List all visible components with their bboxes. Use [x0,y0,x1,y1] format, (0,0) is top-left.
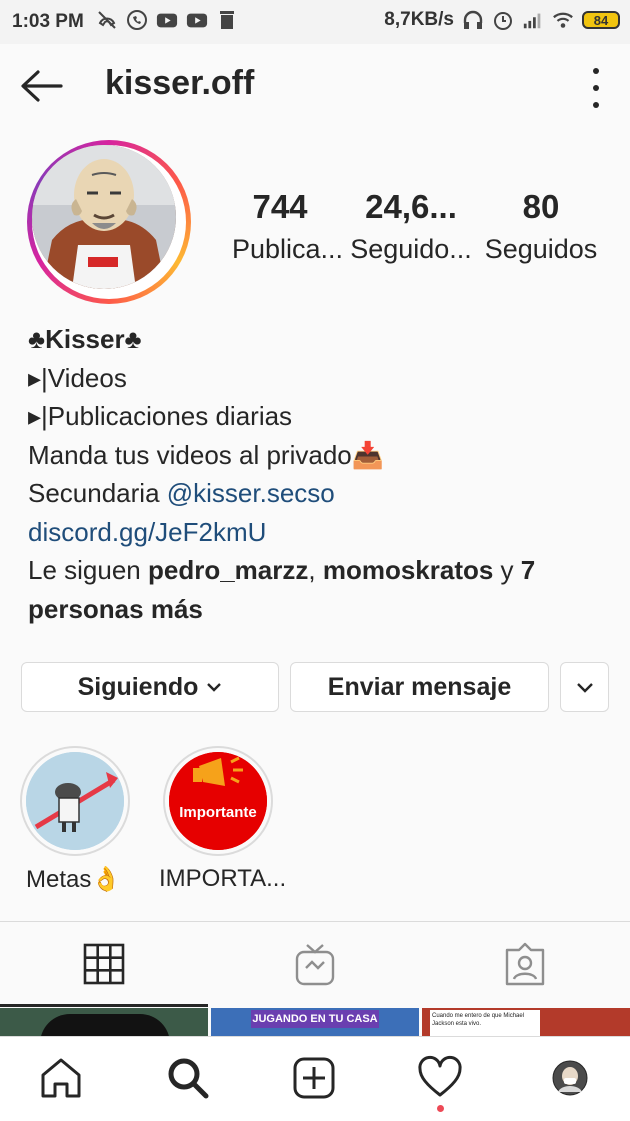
post-thumbnail[interactable]: Cuando me entero de que Michael Jackson … [422,1008,630,1036]
bio-line: Manda tus videos al privado📥 [28,439,385,470]
signal-icon [522,9,544,31]
profile-avatar-tab[interactable] [547,1055,593,1101]
home-icon[interactable] [38,1055,84,1101]
profile-tabs [0,922,630,1006]
profile-username: kisser.off [105,64,255,102]
bio-line: Secundaria @kisser.secso [28,478,335,508]
website-link[interactable]: discord.gg/JeF2kmU [28,513,608,552]
bio-line: ▸|Videos [28,362,127,393]
stat-following[interactable]: 80 Seguidos [481,188,601,268]
chevron-down-icon [206,682,222,692]
back-arrow-icon[interactable] [18,68,64,104]
status-icons-right: 8,7KB/s 84 [384,9,620,31]
headphones-icon [462,9,484,31]
new-post-icon[interactable] [291,1055,337,1101]
status-time: 1:03 PM [12,11,84,32]
following-button[interactable]: Siguiendo [21,662,279,712]
status-icons-left [96,9,238,31]
thumbnail-caption: JUGANDO EN TU CASA [251,1010,379,1028]
highlight-label: IMPORTA... [159,865,287,892]
mention-link[interactable]: @kisser.secso [167,478,335,508]
suggested-accounts-button[interactable] [560,662,609,712]
whatsapp-icon [126,9,148,31]
tagged-icon[interactable] [503,942,547,986]
active-tab-indicator [0,1004,208,1007]
activity-heart-icon[interactable] [417,1055,463,1101]
youtube-icon [156,9,178,31]
bottom-navigation [0,1036,630,1121]
post-thumbnail[interactable] [0,1008,208,1036]
highlight-label: Metas👌 [26,866,122,893]
youtube-icon [186,9,208,31]
send-message-button[interactable]: Enviar mensaje [290,662,549,712]
notification-dot [437,1105,444,1112]
followed-by-user[interactable]: momoskratos [323,555,494,585]
battery-icon: 84 [582,11,620,29]
more-options-icon[interactable] [586,68,606,108]
stat-posts[interactable]: 744 Publica... [232,188,343,268]
igtv-icon[interactable] [293,942,337,986]
trash-icon [216,9,238,31]
network-speed: 8,7KB/s [384,9,454,30]
posts-grid: JUGANDO EN TU CASA Cuando me entero de q… [0,1008,630,1036]
stat-followers[interactable]: 24,6... Seguido... [349,188,473,268]
highlight-metas[interactable] [20,746,130,856]
alarm-icon [492,9,514,31]
status-bar: 1:03 PM 8,7KB/s 84 [0,0,630,44]
profile-avatar[interactable] [27,140,191,304]
thumbnail-caption: Cuando me entero de que Michael Jackson … [430,1010,540,1036]
wifi-icon [552,9,574,31]
chevron-down-icon [576,682,594,693]
followed-by-user[interactable]: pedro_marzz [148,555,308,585]
highlight-importante[interactable]: Importante [163,746,273,856]
phone-off-icon [96,9,118,31]
highlight-cover [26,752,124,850]
avatar-image [32,145,176,289]
highlight-badge-text: Importante [179,804,257,821]
search-icon[interactable] [165,1055,211,1101]
bio-line: ▸|Publicaciones diarias [28,401,293,431]
followed-by: Le siguen pedro_marzz, momoskratos y 7 p… [28,555,536,624]
post-thumbnail[interactable]: JUGANDO EN TU CASA [211,1008,419,1036]
profile-bio: ♣Kisser♣ ▸|Videos ▸|Publicaciones diaria… [28,320,608,628]
grid-icon[interactable] [82,942,126,986]
profile-header: kisser.off [0,44,630,130]
profile-display-name: ♣Kisser♣ [28,324,142,354]
highlight-cover: Importante [169,752,267,850]
